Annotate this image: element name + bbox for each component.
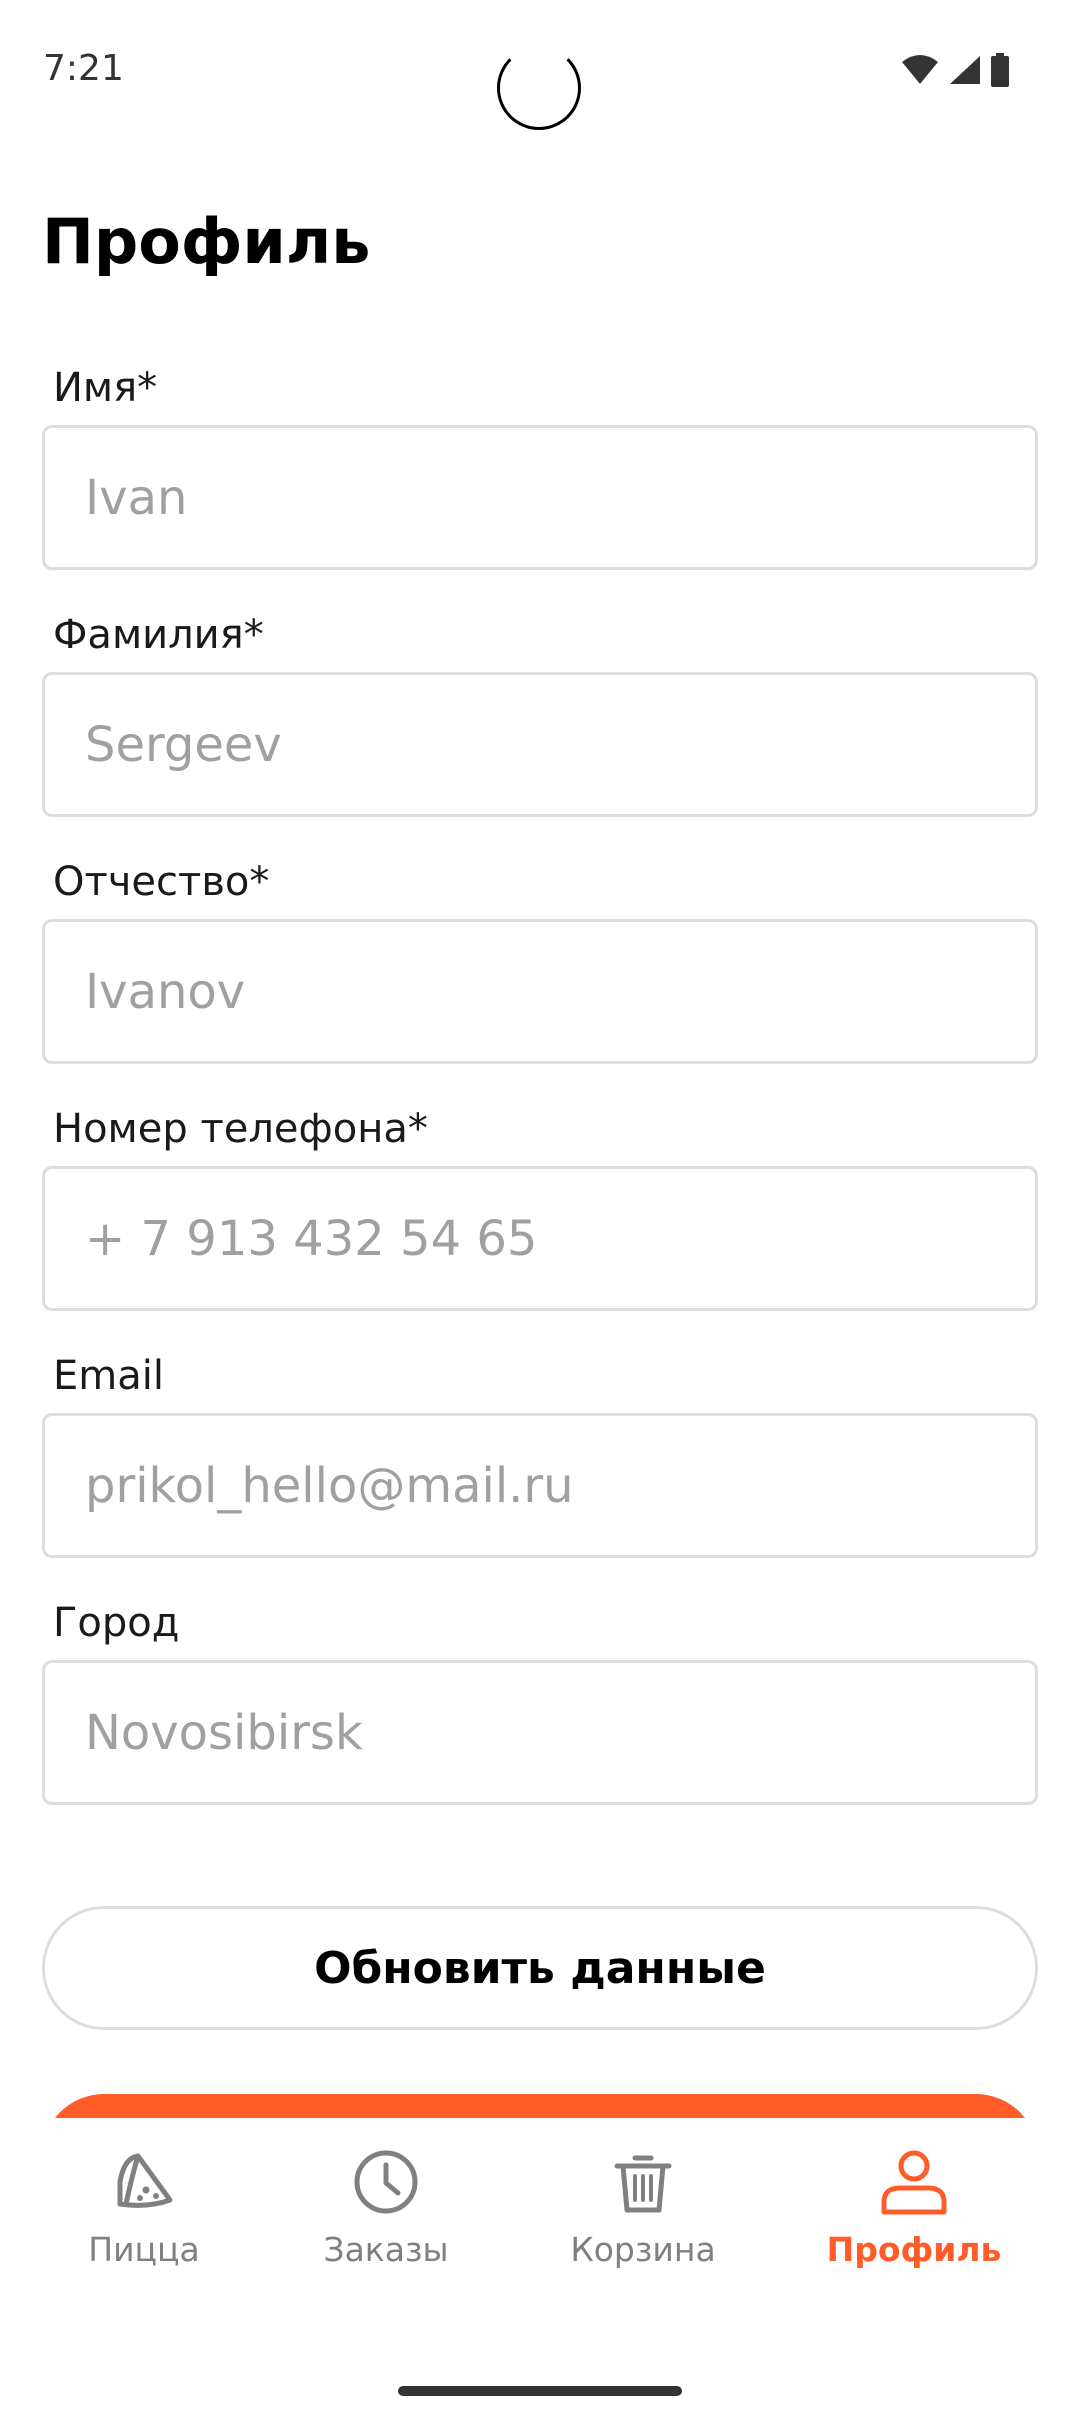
battery-icon [991,53,1009,87]
nav-item-profile[interactable]: Профиль [804,2146,1024,2296]
nav-item-pizza[interactable]: Пицца [34,2146,254,2296]
email-label: Email [53,1353,164,1399]
nav-label-orders: Заказы [323,2230,449,2269]
app-screen: 7:21 Профиль Имя* Фамилия* Отчество* Ном… [0,0,1080,2424]
person-icon [881,2150,947,2215]
city-label: Город [53,1600,180,1646]
clock-icon [354,2150,418,2214]
nav-label-profile: Профиль [826,2230,1002,2269]
trash-icon [614,2155,672,2213]
last-name-label: Фамилия* [53,612,264,658]
update-data-button[interactable]: Обновить данные [42,1906,1038,2030]
home-indicator[interactable] [398,2386,682,2396]
pizza-icon [117,2153,173,2208]
phone-field[interactable] [42,1166,1038,1311]
patronymic-label: Отчество* [53,859,270,905]
status-icons [900,52,1010,88]
camera-cutout [497,46,581,130]
status-time: 7:21 [43,48,124,89]
wifi-icon [902,55,938,84]
page-title: Профиль [42,205,371,278]
first-name-field[interactable] [42,425,1038,570]
nav-item-orders[interactable]: Заказы [276,2146,496,2296]
nav-item-cart[interactable]: Корзина [533,2146,753,2296]
patronymic-field[interactable] [42,919,1038,1064]
last-name-field[interactable] [42,672,1038,817]
city-field[interactable] [42,1660,1038,1805]
bottom-navigation: Пицца Заказы Корзина Профиль [0,2118,1080,2424]
signal-icon [950,56,980,84]
email-field[interactable] [42,1413,1038,1558]
phone-label: Номер телефона* [53,1106,428,1152]
nav-label-pizza: Пицца [88,2230,200,2269]
status-bar: 7:21 [0,0,1080,140]
first-name-label: Имя* [53,365,158,411]
nav-label-cart: Корзина [570,2230,716,2269]
